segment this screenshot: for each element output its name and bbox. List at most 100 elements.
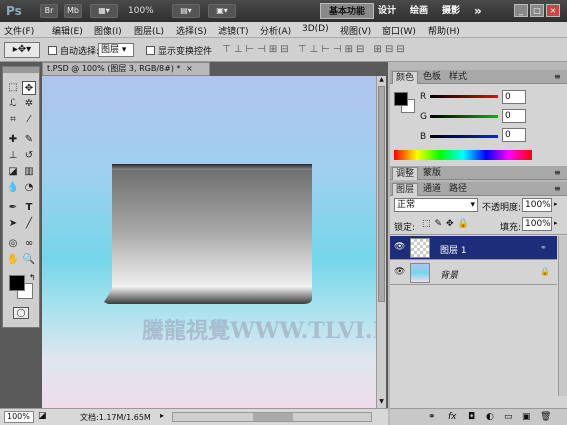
arrange-documents-button[interactable]: ▤▾ — [172, 4, 200, 18]
auto-select-checkbox[interactable] — [48, 46, 57, 55]
swap-colors-icon[interactable]: ↰ — [29, 273, 36, 282]
scroll-up-icon[interactable]: ▲ — [378, 76, 385, 84]
line-tool-icon[interactable]: ╱ — [22, 217, 36, 231]
new-group-icon[interactable]: ▭ — [504, 412, 513, 422]
crop-tool-icon[interactable]: ⌗ — [6, 113, 20, 127]
status-menu-arrow-icon[interactable]: ▸ — [160, 411, 164, 420]
add-mask-icon[interactable]: ◘ — [468, 412, 475, 422]
layer-row-background[interactable]: 👁 背景 🔒 — [390, 261, 557, 285]
gradient-tool-icon[interactable]: ▥ — [22, 165, 36, 179]
color-panel-menu-icon[interactable]: ≡ — [554, 72, 561, 81]
eyedropper-tool-icon[interactable]: ⁄ — [22, 113, 36, 127]
lock-buttons[interactable]: ⬚✎✥🔒 — [422, 219, 473, 229]
channel-b-input[interactable]: 0 — [502, 128, 526, 142]
type-tool-icon[interactable]: T — [22, 201, 36, 215]
menu-file[interactable]: 文件(F) — [4, 24, 34, 37]
horizontal-scrollbar[interactable] — [172, 412, 372, 422]
new-layer-icon[interactable]: ▣ — [522, 412, 531, 422]
channel-r-input[interactable]: 0 — [502, 90, 526, 104]
tab-styles[interactable]: 样式 — [446, 71, 470, 84]
screen-mode-button[interactable]: ▣▾ — [208, 4, 236, 18]
menu-image[interactable]: 图像(I) — [94, 24, 122, 37]
quick-mask-button[interactable]: ◯ — [13, 307, 29, 319]
tab-swatches[interactable]: 色板 — [420, 71, 444, 84]
link-layers-icon[interactable]: ⚭ — [428, 412, 436, 422]
fill-input[interactable]: 100% — [522, 217, 552, 231]
menu-select[interactable]: 选择(S) — [176, 24, 207, 37]
3d-rotate-tool-icon[interactable]: ◎ — [6, 237, 20, 251]
pen-tool-icon[interactable]: ✒ — [6, 201, 20, 215]
layer-style-fx-icon[interactable]: fx — [448, 412, 457, 422]
menu-window[interactable]: 窗口(W) — [382, 24, 416, 37]
document-close-icon[interactable]: × — [186, 64, 193, 73]
horizontal-scroll-thumb[interactable] — [253, 413, 293, 421]
lasso-tool-icon[interactable]: ℒ — [6, 97, 20, 111]
eraser-tool-icon[interactable]: ◪ — [6, 165, 20, 179]
layers-panel-menu-icon[interactable]: ≡ — [554, 184, 561, 193]
minimize-button[interactable]: _ — [514, 4, 528, 17]
history-brush-tool-icon[interactable]: ↺ — [22, 149, 36, 163]
foreground-color-swatch[interactable] — [9, 275, 25, 291]
layer-row-1[interactable]: 👁 图层 1 ⚭ — [390, 236, 557, 260]
tools-panel-grip[interactable] — [3, 67, 39, 73]
tab-adjustments[interactable]: 调整 — [392, 167, 419, 180]
channel-r-slider[interactable] — [430, 95, 498, 98]
channel-b-slider[interactable] — [430, 135, 498, 138]
workspace-design[interactable]: 设计 — [378, 3, 396, 19]
layers-scrollbar[interactable] — [558, 236, 567, 396]
layer-1-name[interactable]: 图层 1 — [440, 243, 467, 256]
workspace-painting[interactable]: 绘画 — [410, 3, 428, 19]
workspace-photography[interactable]: 摄影 — [442, 3, 460, 19]
blur-tool-icon[interactable]: 💧 — [6, 181, 20, 195]
workspace-essentials[interactable]: 基本功能 — [320, 3, 374, 19]
hand-tool-icon[interactable]: ✋ — [6, 253, 20, 267]
fill-slider-arrow-icon[interactable]: ▸ — [554, 219, 558, 227]
mini-bridge-button[interactable]: Mb — [64, 4, 82, 18]
tab-paths[interactable]: 路径 — [446, 183, 470, 196]
3d-orbit-tool-icon[interactable]: ∞ — [22, 237, 36, 251]
dodge-tool-icon[interactable]: ◔ — [22, 181, 36, 195]
menu-3d[interactable]: 3D(D) — [302, 24, 329, 34]
blend-mode-dropdown[interactable]: 正常 ▾ — [394, 198, 478, 212]
menu-view[interactable]: 视图(V) — [340, 24, 371, 37]
color-panel-foreground-swatch[interactable] — [394, 92, 408, 106]
menu-edit[interactable]: 编辑(E) — [52, 24, 83, 37]
menu-filter[interactable]: 滤镜(T) — [218, 24, 249, 37]
layer-1-visibility-eye-icon[interactable]: 👁 — [394, 243, 405, 252]
document-canvas[interactable]: 騰龍視覺WWW.TLVI.NET — [42, 76, 376, 408]
vertical-scroll-thumb[interactable] — [378, 86, 385, 302]
background-layer-name[interactable]: 背景 — [440, 268, 458, 281]
show-transform-checkbox[interactable] — [146, 46, 155, 55]
opacity-input[interactable]: 100% — [522, 198, 552, 212]
zoom-level-dropdown[interactable]: 100% — [128, 6, 154, 16]
view-extras-button[interactable]: ▦▾ — [90, 4, 118, 18]
close-button[interactable]: × — [546, 4, 560, 17]
color-spectrum-ramp[interactable] — [394, 150, 532, 160]
menu-analysis[interactable]: 分析(A) — [260, 24, 291, 37]
brush-tool-icon[interactable]: ✎ — [22, 133, 36, 147]
zoom-input[interactable]: 100% — [4, 411, 34, 423]
maximize-button[interactable]: □ — [530, 4, 544, 17]
bridge-button[interactable]: Br — [40, 4, 58, 18]
quick-select-tool-icon[interactable]: ✲ — [22, 97, 36, 111]
menu-layer[interactable]: 图层(L) — [134, 24, 164, 37]
more-workspaces-button[interactable]: » — [474, 3, 482, 19]
status-info-icon[interactable]: ◪ — [38, 411, 47, 421]
menu-help[interactable]: 帮助(H) — [428, 24, 460, 37]
channel-g-slider[interactable] — [430, 115, 498, 118]
scroll-down-icon[interactable]: ▼ — [378, 398, 385, 406]
path-select-tool-icon[interactable]: ➤ — [6, 217, 20, 231]
marquee-tool-icon[interactable]: ⬚ — [6, 81, 20, 95]
move-tool-icon[interactable]: ✥ — [22, 81, 36, 95]
tool-preset-picker[interactable]: ▸✥▾ — [4, 42, 40, 58]
tab-color[interactable]: 颜色 — [392, 71, 419, 84]
tab-masks[interactable]: 蒙版 — [420, 167, 444, 180]
zoom-tool-icon[interactable]: 🔍 — [22, 253, 36, 267]
background-visibility-eye-icon[interactable]: 👁 — [394, 268, 405, 277]
adjustments-menu-icon[interactable]: ≡ — [554, 168, 561, 177]
channel-g-input[interactable]: 0 — [502, 109, 526, 123]
healing-brush-tool-icon[interactable]: ✚ — [6, 133, 20, 147]
document-tab[interactable]: t.PSD @ 100% (图层 3, RGB/8#) * × — [42, 62, 210, 76]
tab-channels[interactable]: 通道 — [420, 183, 444, 196]
delete-layer-icon[interactable]: 🗑 — [540, 412, 551, 422]
